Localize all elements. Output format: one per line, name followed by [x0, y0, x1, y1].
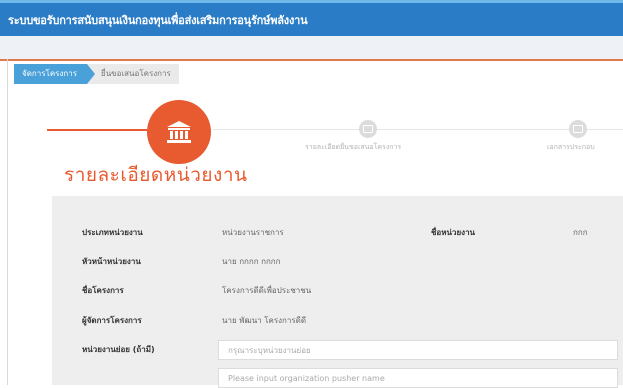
pusher-name-input[interactable]	[218, 368, 618, 388]
org-name-label: ชื่อหน่วยงาน	[431, 228, 476, 237]
step-track-line	[213, 129, 623, 130]
row-project: ชื่อโครงการ โครงการดีดีเพื่อประชาชน	[52, 277, 623, 305]
app-header: ระบบขอรับการสนับสนุนเงินกองทุนเพื่อส่งเส…	[0, 0, 623, 36]
step-3-label: เอกสารประกอบ	[547, 143, 595, 151]
step-progress-line	[47, 129, 147, 131]
org-type-label: ประเภทหน่วยงาน	[82, 228, 143, 237]
step-2-document-icon[interactable]	[359, 120, 377, 138]
row-head: หัวหน้าหน่วยงาน นาย กกกก กกกก	[52, 248, 623, 276]
project-value: โครงการดีดีเพื่อประชาชน	[222, 286, 312, 295]
head-value: นาย กกกก กกกก	[222, 257, 281, 266]
org-name-value: กกก	[573, 228, 588, 237]
row-manager: ผู้จัดการโครงการ นาย พัฒนา โครงการดีดี	[52, 307, 623, 335]
sub-toolbar	[0, 36, 623, 61]
org-details-panel: ประเภทหน่วยงาน หน่วยงานราชการ ชื่อหน่วยง…	[52, 196, 623, 388]
org-type-value: หน่วยงานราชการ	[222, 228, 284, 237]
bank-icon	[167, 121, 191, 143]
section-title: รายละเอียดหน่วยงาน	[64, 164, 248, 186]
suborg-input[interactable]	[218, 340, 618, 360]
head-label: หัวหน้าหน่วยงาน	[82, 257, 141, 266]
step-2-label: รายละเอียดยื่นขอเสนอโครงการ	[305, 143, 402, 151]
breadcrumb-item-manage-projects[interactable]: จัดการโครงการ	[14, 64, 95, 84]
manager-value: นาย พัฒนา โครงการดีดี	[222, 316, 307, 325]
row-org-type: ประเภทหน่วยงาน หน่วยงานราชการ ชื่อหน่วยง…	[52, 219, 623, 247]
manager-label: ผู้จัดการโครงการ	[82, 316, 142, 325]
step-3-document-icon[interactable]	[569, 120, 587, 138]
breadcrumb: จัดการโครงการ ยื่นขอเสนอโครงการ	[14, 64, 179, 84]
breadcrumb-item-submit-proposal[interactable]: ยื่นขอเสนอโครงการ	[87, 64, 179, 84]
app-title: ระบบขอรับการสนับสนุนเงินกองทุนเพื่อส่งเส…	[8, 13, 308, 27]
step-1-org-details[interactable]	[147, 100, 211, 164]
suborg-label: หน่วยงานย่อย (ถ้ามี)	[82, 345, 155, 354]
project-label: ชื่อโครงการ	[82, 286, 124, 295]
